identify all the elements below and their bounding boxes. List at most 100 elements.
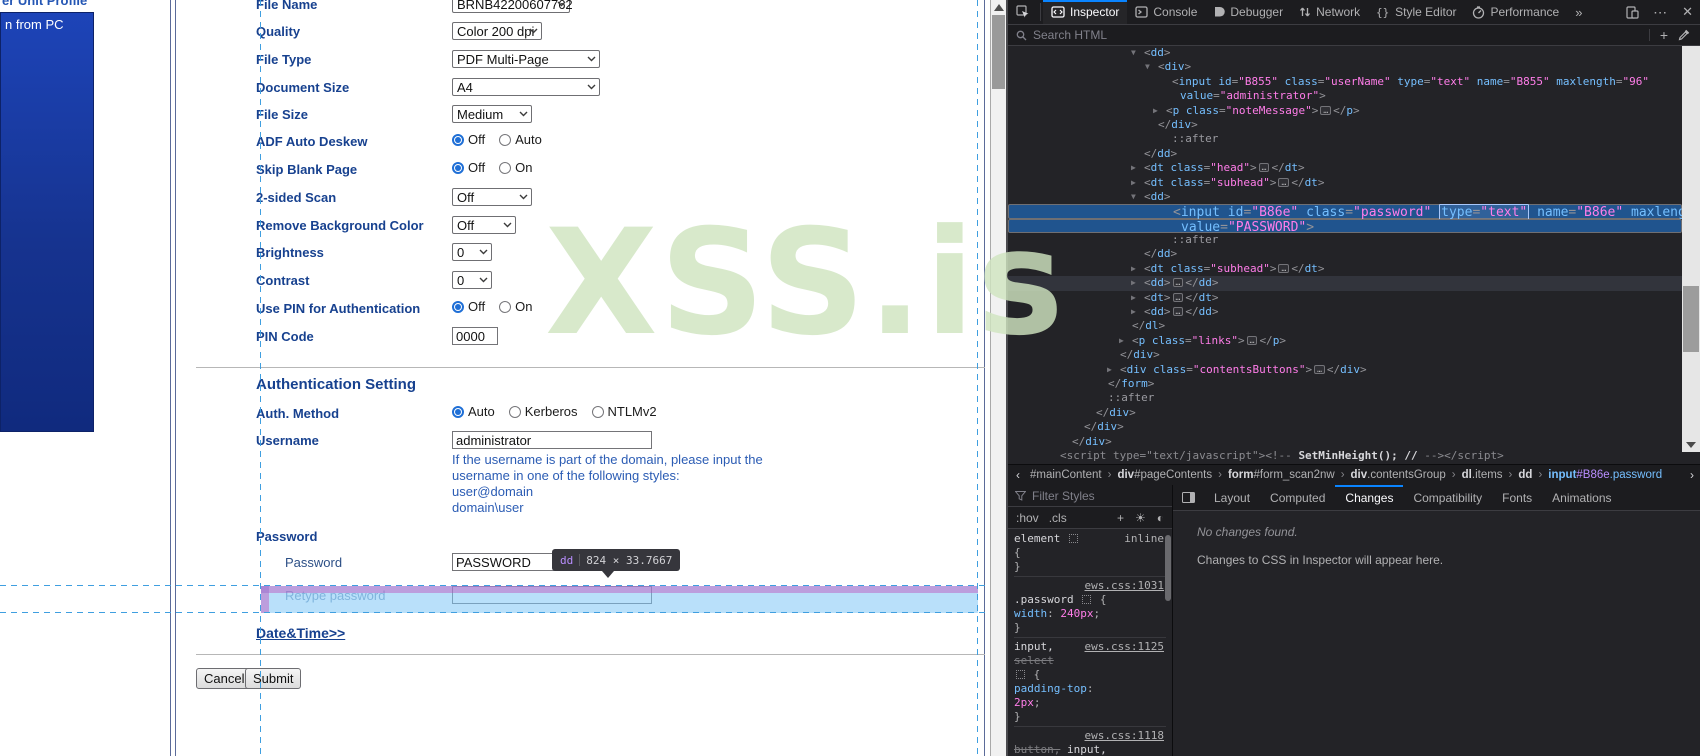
markup-row[interactable]: ::after (1008, 391, 1682, 405)
tab-fonts[interactable]: Fonts (1492, 485, 1542, 510)
select-document-size[interactable]: A4 (452, 78, 600, 96)
select-file-type[interactable]: PDF Multi-Page (452, 50, 600, 68)
css-rule-line[interactable]: } (1014, 710, 1166, 727)
css-rule-line[interactable]: width: 240px; (1014, 607, 1166, 621)
radio-button[interactable] (499, 161, 512, 174)
search-input[interactable]: Search HTML (1008, 28, 1649, 42)
tab-changes[interactable]: Changes (1335, 485, 1403, 510)
submit-button[interactable]: Submit (245, 668, 302, 689)
text-input-username[interactable]: administrator (452, 431, 652, 449)
light-scheme-icon[interactable]: ☀ (1135, 511, 1146, 525)
markup-row[interactable]: value="PASSWORD"> (1008, 218, 1682, 234)
page-scrollbar-thumb[interactable] (992, 15, 1005, 89)
rules-scrollbar-thumb[interactable] (1165, 535, 1171, 601)
breadcrumb-item[interactable]: #mainContent (1028, 469, 1104, 481)
markup-row[interactable]: </form> (1008, 377, 1682, 391)
breadcrumb-item[interactable]: input#B86e.password (1546, 469, 1664, 481)
close-icon[interactable]: ✕ (1675, 4, 1700, 20)
select-remove-background-color[interactable]: Off (452, 216, 516, 234)
devtools-tab-debugger[interactable]: Debugger (1205, 0, 1291, 24)
expand-arrow-icon[interactable]: ▶ (1131, 305, 1136, 319)
devtools-tab-network[interactable]: Network (1291, 0, 1368, 24)
collapsed-content-badge[interactable]: … (1246, 335, 1258, 345)
text-input-pin-code[interactable]: 0000 (452, 327, 498, 345)
select-quality[interactable]: Color 200 dpi (452, 22, 542, 40)
css-rule-line[interactable]: input, ews.css:1125 (1014, 640, 1166, 654)
select-contrast[interactable]: 0 (452, 271, 492, 289)
markup-row[interactable]: ▶ <p class="links">… </p> (1008, 334, 1682, 348)
expand-arrow-icon[interactable]: ▶ (1131, 176, 1136, 190)
collapsed-content-badge[interactable]: … (1172, 278, 1184, 288)
breadcrumb-back-icon[interactable]: ‹ (1008, 468, 1028, 482)
responsive-design-button[interactable] (1619, 5, 1646, 19)
page-scrollbar[interactable] (990, 0, 1007, 756)
css-rule-line[interactable]: select (1014, 654, 1166, 668)
breadcrumb-item[interactable]: dd (1516, 469, 1534, 481)
expand-arrow-icon[interactable]: ▶ (1131, 276, 1136, 290)
devtools-tab-inspector[interactable]: Inspector (1043, 0, 1128, 24)
css-rule-line[interactable]: { (1014, 668, 1166, 682)
markup-row[interactable]: ::after (1008, 233, 1682, 247)
markup-row[interactable]: </div> (1008, 348, 1682, 362)
collapsed-content-badge[interactable]: … (1258, 163, 1270, 173)
add-node-button[interactable]: + (1660, 27, 1668, 43)
select-2-sided-scan[interactable]: Off (452, 188, 532, 206)
select-file-size[interactable]: Medium (452, 105, 532, 123)
devtools-menu-button[interactable]: ⋯ (1646, 4, 1675, 21)
pseudo-class-toggle[interactable]: :hov (1016, 511, 1039, 525)
markup-row[interactable]: </dd> (1008, 247, 1682, 261)
css-rule-line[interactable]: { (1014, 546, 1166, 560)
collapsed-content-badge[interactable]: … (1278, 263, 1290, 273)
expand-arrow-icon[interactable]: ▶ (1153, 104, 1158, 118)
markup-row[interactable]: ▶ <dd>… </dd> (1008, 276, 1682, 291)
select-file-name[interactable]: BRNB42200607762 (452, 0, 573, 13)
markup-row[interactable]: <input id="B855" class="userName" type="… (1008, 75, 1682, 89)
markup-row[interactable]: </div> (1008, 406, 1682, 420)
expand-arrow-icon[interactable]: ▶ (1131, 262, 1136, 276)
devtools-tab-style-editor[interactable]: {} Style Editor (1368, 0, 1464, 24)
markup-row[interactable]: ▶ <dt class="subhead">… </dt> (1008, 176, 1682, 190)
devtools-tab-performance[interactable]: Performance (1464, 0, 1567, 24)
breadcrumb-item[interactable]: div.contentsGroup (1349, 469, 1448, 481)
breadcrumb-next-icon[interactable]: › (1684, 468, 1700, 482)
css-rule-line[interactable]: } (1014, 560, 1166, 577)
radio-button[interactable] (452, 300, 464, 313)
tab-animations[interactable]: Animations (1542, 485, 1621, 510)
cancel-button[interactable]: Cancel (196, 668, 253, 689)
markup-row[interactable]: ▼ <div> (1008, 60, 1682, 74)
radio-button[interactable] (591, 405, 604, 418)
collapse-arrow-icon[interactable]: ▼ (1145, 60, 1150, 74)
class-toggle[interactable]: .cls (1049, 511, 1067, 525)
stylesheet-link[interactable]: ews.css:1031 (1085, 579, 1164, 593)
markup-scrollbar-thumb[interactable] (1683, 286, 1699, 352)
collapsed-content-badge[interactable]: … (1278, 177, 1290, 187)
markup-row[interactable]: </div> (1008, 118, 1682, 132)
tab-layout[interactable]: Layout (1204, 485, 1260, 510)
breadcrumb-item[interactable]: form#form_scan2nw (1226, 469, 1337, 481)
breadcrumb-item[interactable]: div#pageContents (1115, 469, 1214, 481)
breadcrumb-item[interactable]: dl.items (1460, 469, 1505, 481)
markup-row[interactable]: ▶ <dt class="head">… </dt> (1008, 161, 1682, 175)
scroll-up-icon[interactable] (994, 4, 1004, 11)
radio-button[interactable] (499, 133, 512, 146)
css-rule-line[interactable]: button, input, (1014, 743, 1166, 756)
radio-button[interactable] (499, 300, 512, 313)
css-rule-line[interactable]: ews.css:1031 (1014, 579, 1166, 593)
markup-row[interactable]: ▶ <dt>… </dt> (1008, 291, 1682, 305)
datetime-link[interactable]: Date&Time>> (256, 625, 345, 641)
eyedropper-icon[interactable] (1678, 29, 1690, 41)
markup-row[interactable]: ▶ <dd>… </dd> (1008, 305, 1682, 319)
devtools-tab-console[interactable]: Console (1127, 0, 1205, 24)
collapse-arrow-icon[interactable]: ▼ (1131, 190, 1136, 204)
css-rule-line[interactable]: ews.css:1118 (1014, 729, 1166, 743)
css-rule-line[interactable]: 2px; (1014, 696, 1166, 710)
markup-row[interactable]: ▼ <dd> (1008, 190, 1682, 204)
css-rule-line[interactable]: padding-top: (1014, 682, 1166, 696)
collapsed-content-badge[interactable]: … (1172, 307, 1184, 317)
css-rule-line[interactable]: element inline (1014, 532, 1166, 546)
collapsed-content-badge[interactable]: … (1314, 364, 1325, 374)
expand-arrow-icon[interactable]: ▶ (1131, 161, 1136, 175)
markup-row[interactable]: ▶ <p class="noteMessage">… </p> (1008, 104, 1682, 118)
expand-arrow-icon[interactable]: ▶ (1119, 334, 1124, 348)
more-tabs-button[interactable]: » (1567, 0, 1588, 24)
